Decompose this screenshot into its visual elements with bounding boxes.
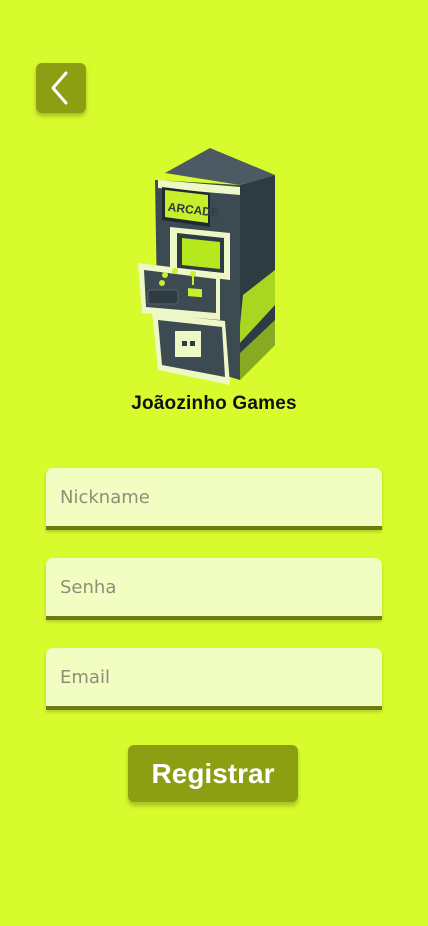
password-input[interactable]: [46, 558, 382, 616]
back-button[interactable]: [36, 63, 86, 113]
password-field-container: [46, 558, 382, 620]
app-title: Joãozinho Games: [131, 393, 297, 414]
arcade-machine-icon: ARCADE: [138, 148, 275, 385]
chevron-left-icon: [51, 71, 68, 105]
email-field-container: [46, 648, 382, 710]
nickname-field-container: [46, 468, 382, 530]
register-button[interactable]: Registrar: [128, 745, 298, 802]
nickname-input[interactable]: [46, 468, 382, 526]
email-input[interactable]: [46, 648, 382, 706]
